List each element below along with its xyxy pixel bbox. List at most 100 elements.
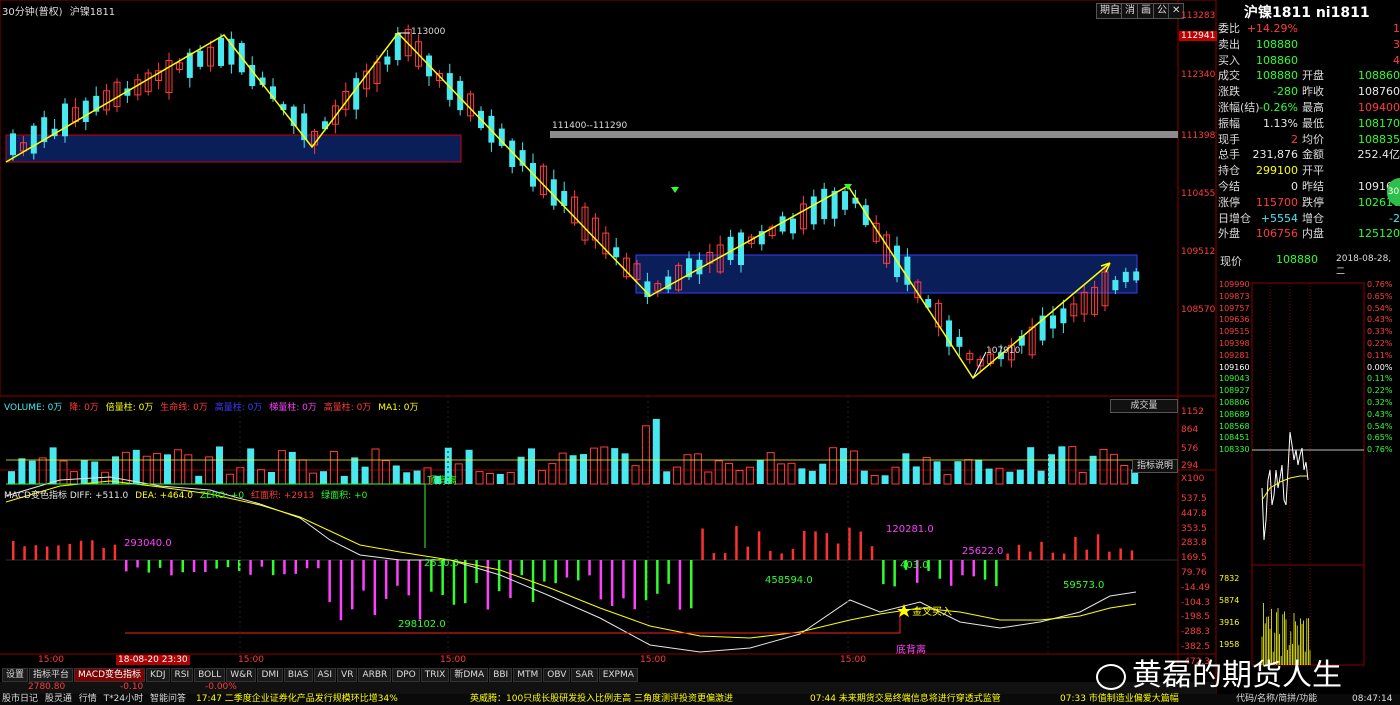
minute-right-axis-label: 0.65% [1367,433,1393,443]
volume-bar [153,452,162,485]
indicator-tab[interactable]: BIAS [283,668,313,682]
quote-value-2: 108760 [1358,85,1400,99]
macd-bar [12,541,15,560]
macd-bar [396,560,399,586]
macd-bar [972,560,975,577]
volume-indicator-select[interactable]: 成交量 [1110,399,1178,413]
volume-bar [80,460,88,484]
volume-bar [777,463,786,485]
status-item[interactable]: 智能问答 [150,694,186,704]
volume-bar [808,470,816,484]
indicator-tab[interactable]: W&R [226,668,257,682]
macd-bar [983,560,987,580]
indicator-tab[interactable]: ARBR [358,668,392,682]
volume-bar [819,463,827,484]
indicator-tab[interactable]: EXPMA [598,668,638,682]
candle-body [862,205,869,226]
quote-row: 持仓 299100 开平 [1218,163,1400,178]
status-item[interactable]: 行情 [79,694,97,704]
indicator-tab[interactable]: KDJ [146,668,170,682]
minute-right-axis-label: 0.11% [1367,374,1393,384]
quote-title: 沪镍1811 ni1811 [1244,5,1370,21]
macd-header-item: 红面积: +2913 [250,491,315,501]
macd-bar [1096,534,1100,560]
quote-value-2: 108170 [1358,116,1400,130]
status-item[interactable]: T*24小时 [104,694,143,704]
macd-bar [723,553,727,560]
status-item[interactable]: 股市日记 [2,694,38,704]
macd-bar [1130,550,1134,560]
indicator-tab[interactable]: VR [337,668,358,682]
quote-row: 委比 +14.29% 1 [1218,21,1400,36]
macd-axis-label: -288.3 [1181,627,1211,638]
indicator-tab[interactable]: TRIX [420,668,450,682]
volume-axis-label: X100 [1181,474,1205,484]
macd-bar [825,533,829,560]
minute-right-axis-label: 0.22% [1367,386,1393,396]
quote-value: 0 [1291,180,1298,193]
indicator-tab[interactable]: ASI [313,668,337,682]
macd-bar [610,560,614,607]
volume-bar [28,460,36,484]
macd-area-value: 2530.0 [424,558,459,569]
quote-value: 231,876 [1252,148,1299,162]
news-ticker-4[interactable]: 07:33 市值制造业偏爱大篇幅 [1060,694,1179,705]
macd-bar [464,560,467,604]
macd-bar [328,560,331,603]
macd-bar [633,560,636,610]
indicator-tab[interactable]: DMI [257,668,283,682]
indicator-tab[interactable]: OBV [543,668,571,682]
macd-axis-label: 79.76 [1181,568,1207,578]
minute-right-axis-label: 0.00% [1367,362,1393,372]
time-axis-label: 15:00 [640,655,666,665]
indicator-tab[interactable]: 指标平台 [29,668,74,682]
volume-bar [38,457,47,485]
macd-bar [690,560,693,609]
volume-bar [860,470,868,484]
indicator-tab[interactable]: RSI [170,668,194,682]
status-item[interactable]: 股灵通 [45,694,72,704]
macd-area-value: 59573.0 [1063,580,1105,591]
volume-bar [1058,446,1066,484]
candle-body [30,125,37,154]
volume-bar [132,449,140,484]
volume-bar [91,461,99,484]
quote-value-2: 109400 [1358,101,1400,114]
period-label[interactable]: 30分钟(普权) [2,7,63,18]
high-price-label: 113000 [411,27,446,37]
quote-label: 今结 [1218,180,1240,193]
news-ticker-1[interactable]: 17:47 二季度企业证券化产品发行规模环比增34% [196,694,398,705]
macd-bar [701,528,704,560]
quote-label-2: 金额 [1302,148,1324,162]
indicator-tab[interactable]: BOLL [194,668,226,682]
macd-bar [588,560,591,576]
volume-bar [1016,469,1024,484]
macd-bar [373,560,377,616]
macd-bar [836,543,840,560]
quote-value-2: 3 [1393,37,1400,51]
volume-bar [112,456,119,484]
quote-value: 299100 [1256,164,1298,178]
news-ticker-3[interactable]: 07:44 未来期货交易终端信息将进行穿透式监管 [810,694,1001,705]
indicator-tab[interactable]: MACD变色指标 [74,668,146,682]
volume-bar [392,465,400,484]
indicator-tab[interactable]: SAR [571,668,598,682]
indicator-tab[interactable]: 新DMA [450,668,489,682]
indicator-help-button[interactable]: 指标说明 [1132,459,1178,473]
indicator-tab[interactable]: DPO [392,668,420,682]
code-search-input[interactable]: 代码/名称/简拼/功能 [1236,694,1317,705]
volume-bar [1068,446,1077,485]
indicator-tab[interactable]: MTM [513,668,543,682]
candle-body [353,78,360,110]
news-ticker-2[interactable]: 英威腾：100只成长股研发投入比例走高 三角度测评投资更偏激进 [470,694,733,705]
indicator-tab[interactable]: 设置 [2,668,29,682]
indicator-tab[interactable]: BBI [489,668,513,682]
macd-bar [735,525,738,560]
volume-bar-group [8,418,1139,485]
minute-right-axis-label: 0.76% [1367,445,1393,455]
volume-bar [309,472,318,485]
quote-value: +14.29% [1246,22,1298,35]
macd-bar [520,560,523,576]
volume-bar [840,448,847,484]
macd-bar [995,560,998,587]
